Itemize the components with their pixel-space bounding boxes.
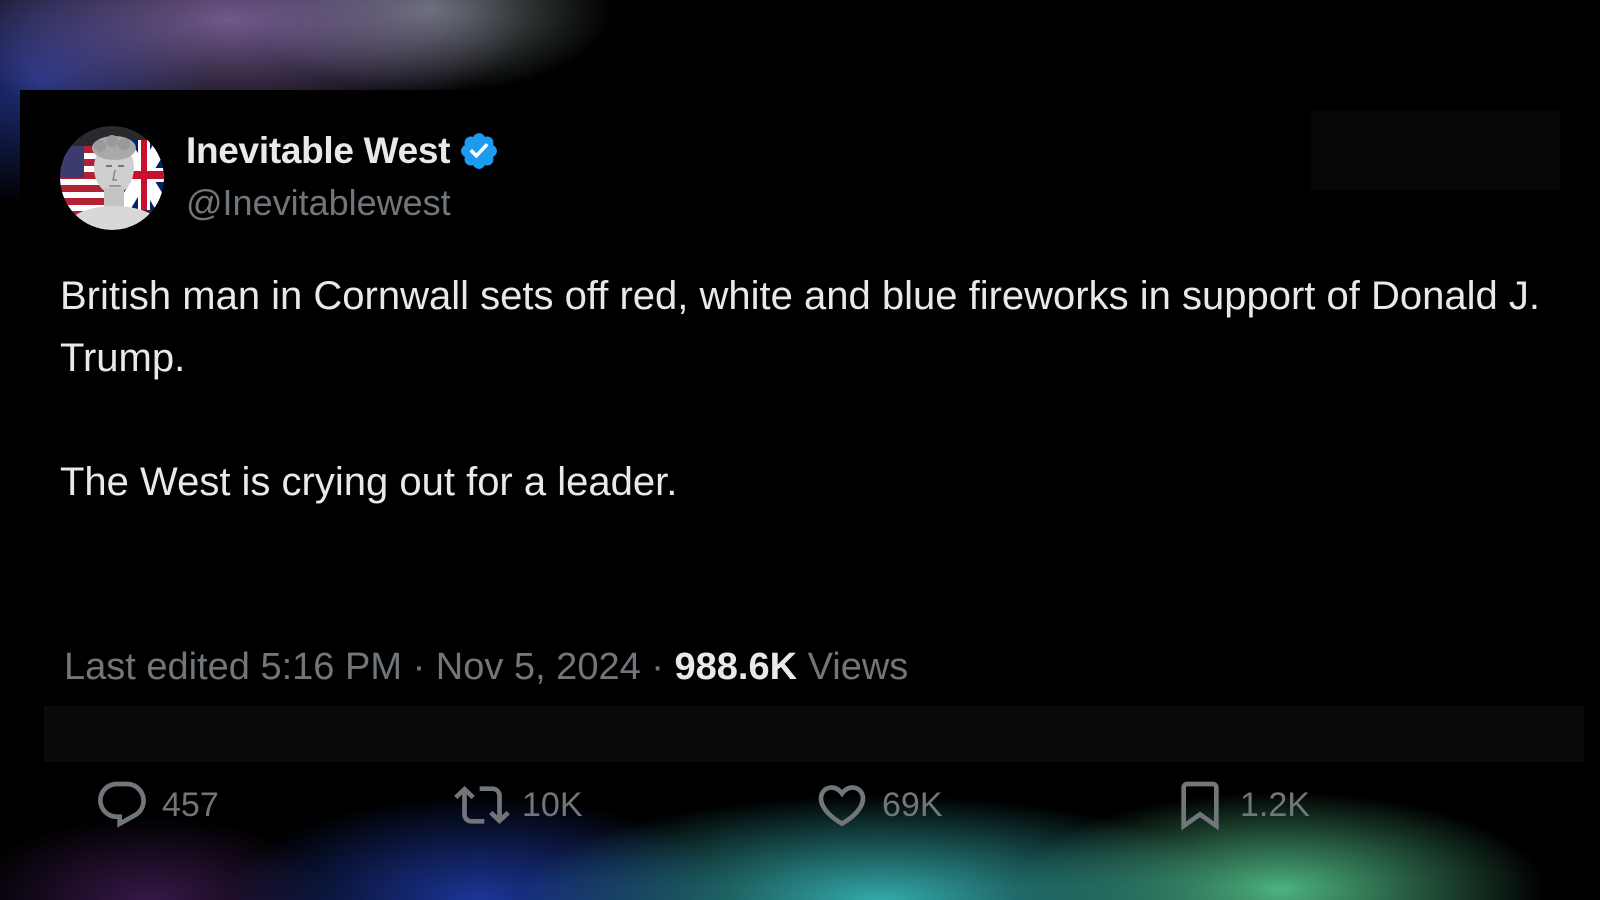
avatar[interactable] xyxy=(60,126,164,230)
edited-label[interactable]: Last edited xyxy=(64,646,250,688)
tweet-meta: Last edited 5:16 PM · Nov 5, 2024 · 988.… xyxy=(64,646,908,689)
reply-icon xyxy=(98,781,146,828)
tweet-time[interactable]: 5:16 PM xyxy=(260,646,402,688)
reply-button[interactable]: 457 xyxy=(94,770,219,840)
author-name-row: Inevitable West xyxy=(186,130,500,172)
views-count[interactable]: 988.6K xyxy=(675,646,798,688)
verified-badge-icon[interactable] xyxy=(458,130,500,172)
meta-separator: · xyxy=(412,646,426,688)
tweet-actions-bar: 457 10K 69K 1.2K xyxy=(64,770,1564,840)
reply-count: 457 xyxy=(162,785,219,824)
tweet-card: Inevitable West @Inevitablewest British … xyxy=(20,90,1584,831)
like-button[interactable]: 69K xyxy=(814,770,943,840)
meta-separator: · xyxy=(651,646,664,688)
bookmark-count: 1.2K xyxy=(1240,785,1310,824)
bookmark-button[interactable]: 1.2K xyxy=(1172,770,1310,840)
repost-button[interactable]: 10K xyxy=(454,770,583,840)
tweet-paragraph: British man in Cornwall sets off red, wh… xyxy=(60,274,1540,380)
repost-icon xyxy=(454,786,510,824)
heart-icon xyxy=(818,785,866,827)
tweet-date[interactable]: Nov 5, 2024 xyxy=(436,646,641,688)
tweet-paragraph: The West is crying out for a leader. xyxy=(60,460,678,504)
tweet-body: British man in Cornwall sets off red, wh… xyxy=(60,265,1540,513)
divider xyxy=(44,706,1584,762)
bookmark-icon xyxy=(1181,781,1219,831)
author-display-name[interactable]: Inevitable West xyxy=(186,130,450,172)
repost-count: 10K xyxy=(522,785,583,824)
views-label: Views xyxy=(807,646,909,688)
author-handle[interactable]: @Inevitablewest xyxy=(186,182,451,224)
overlay-box xyxy=(1310,110,1560,190)
like-count: 69K xyxy=(882,785,943,824)
statue-with-flags-avatar-icon xyxy=(60,126,164,230)
